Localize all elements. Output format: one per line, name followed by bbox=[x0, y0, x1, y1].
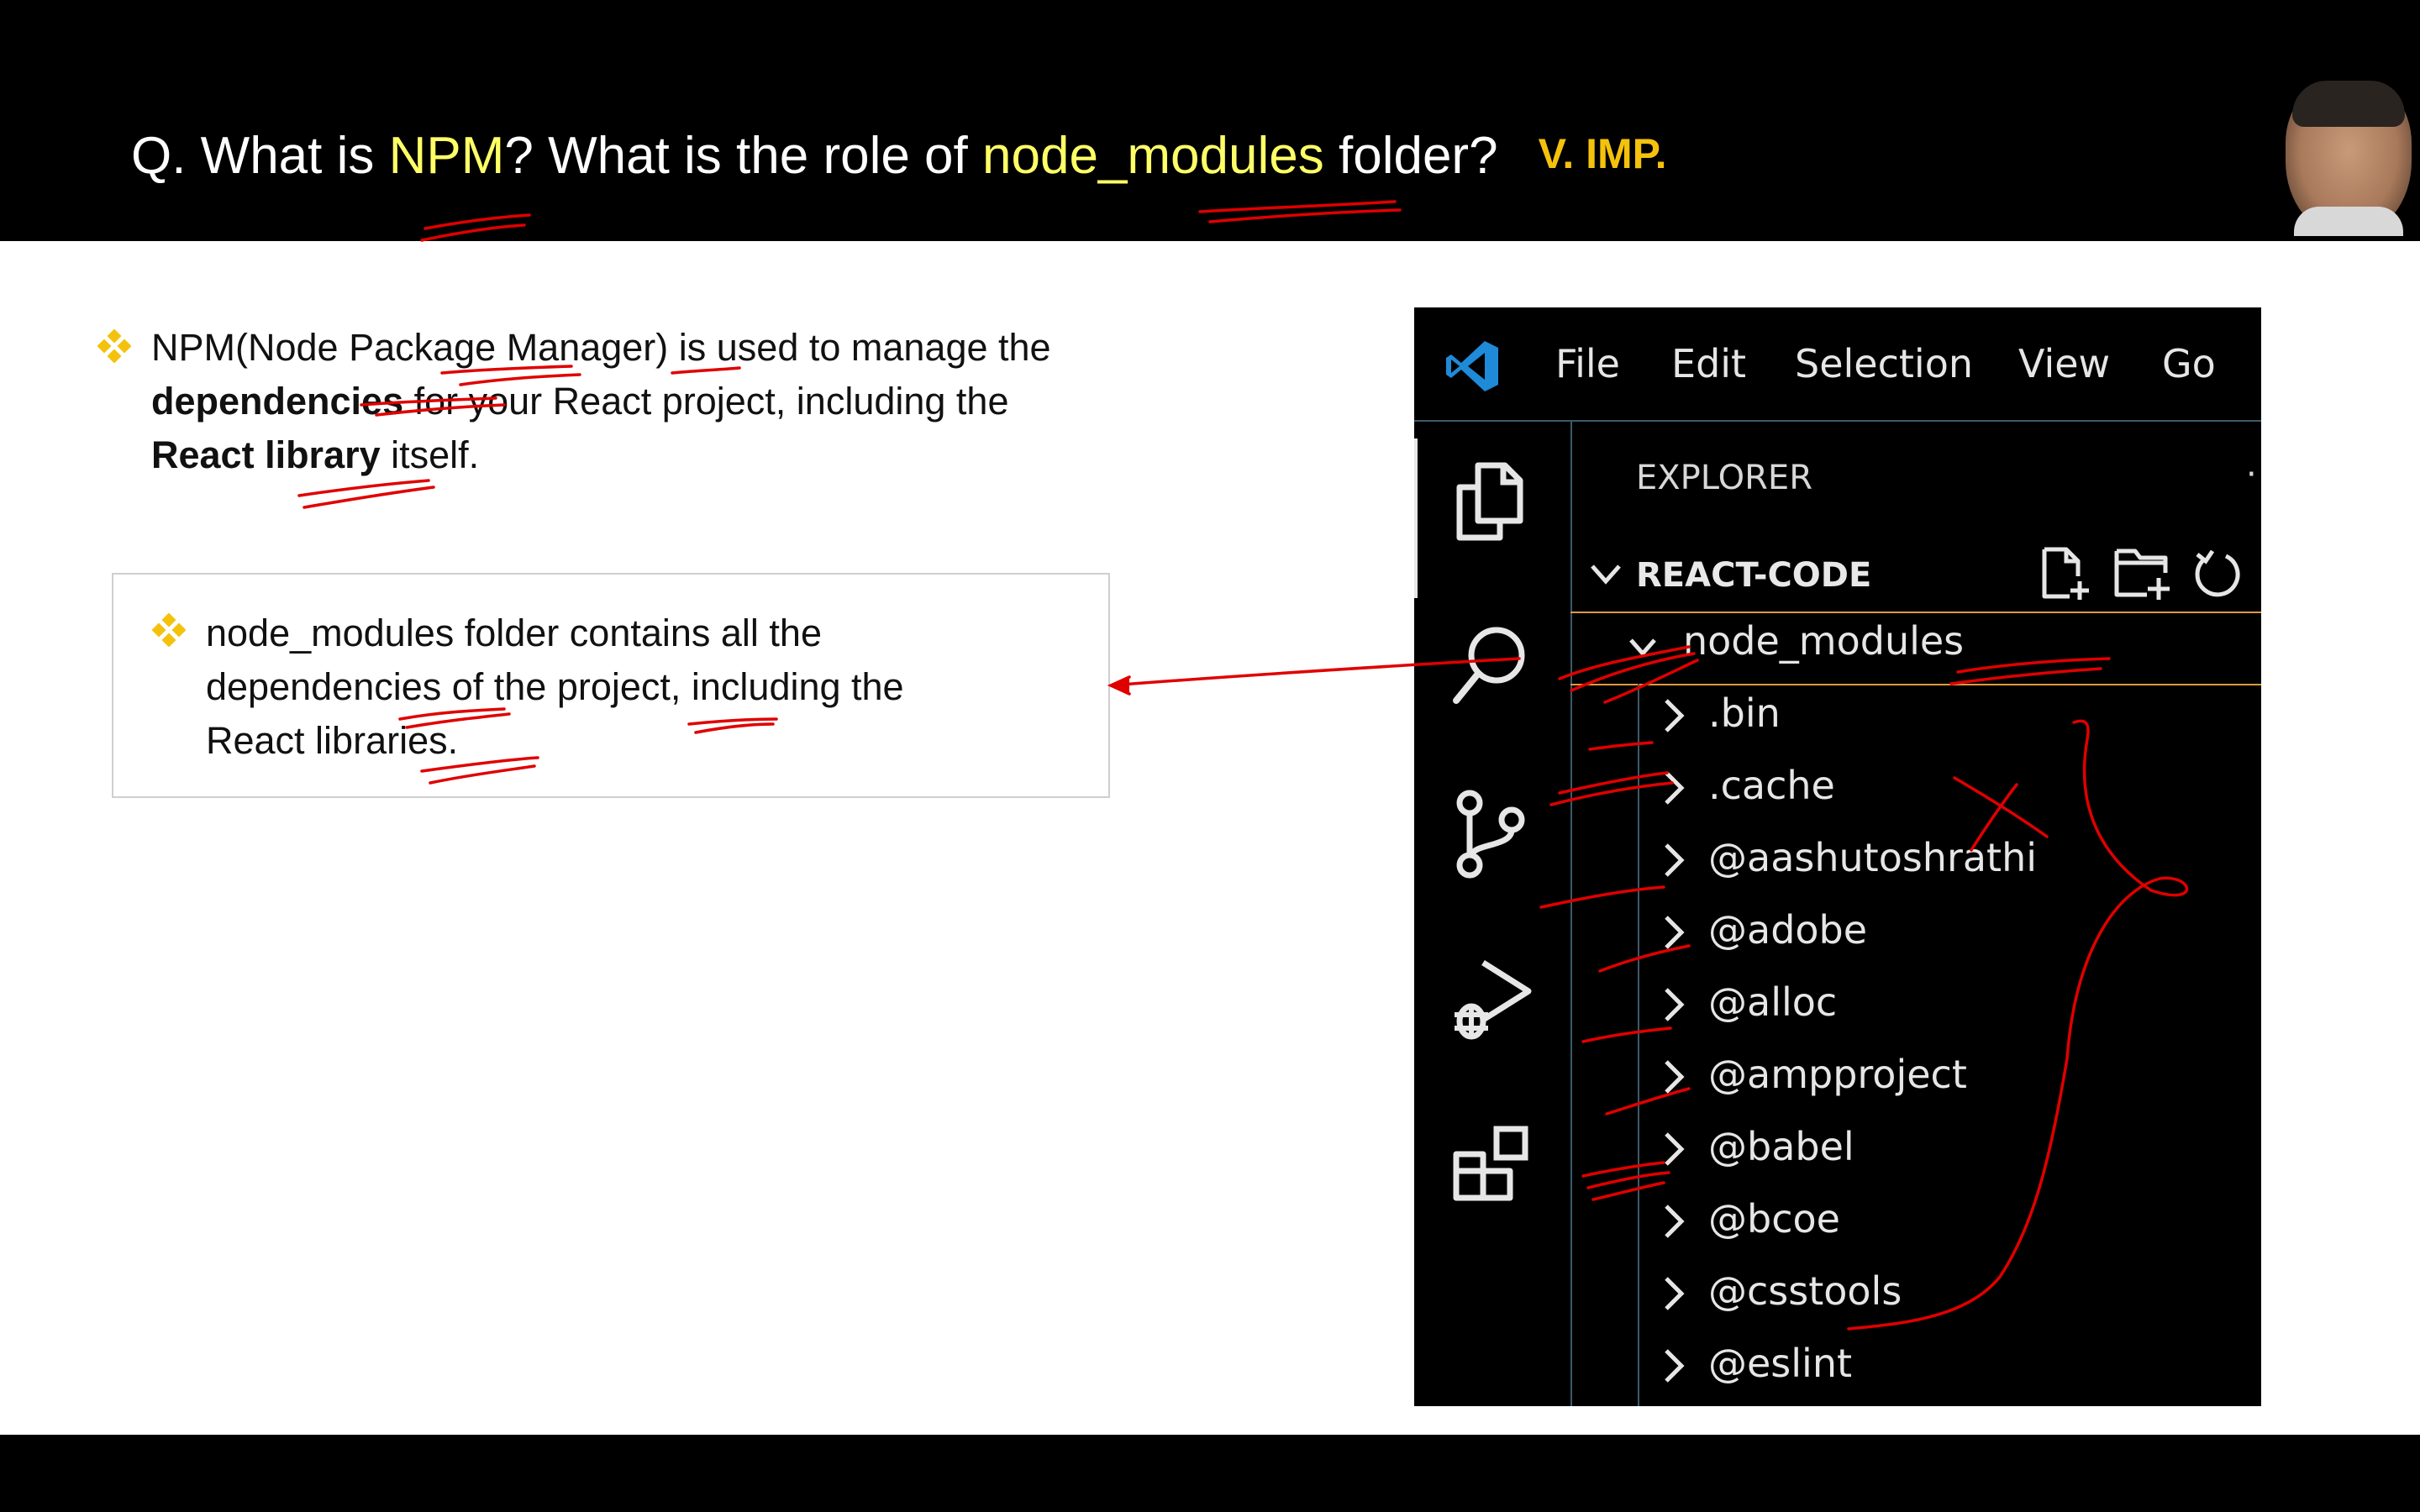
npm-line-2-rest: for your React project, including the bbox=[403, 380, 1009, 423]
folder-node-modules[interactable]: node_modules bbox=[1683, 618, 1964, 664]
slide-title: Q. What is NPM? What is the role of node… bbox=[131, 126, 1666, 186]
files-icon[interactable] bbox=[1449, 459, 1530, 543]
diamond-bullet-icon bbox=[152, 613, 186, 647]
title-npm: NPM bbox=[388, 127, 505, 185]
chevron-right-icon[interactable] bbox=[1661, 1203, 1686, 1240]
vscode-logo-icon bbox=[1446, 341, 1498, 391]
folder-item[interactable]: @bcoe bbox=[1708, 1196, 1840, 1242]
chevron-right-icon[interactable] bbox=[1661, 1347, 1686, 1384]
box-line-2: dependencies of the project, including t… bbox=[206, 665, 904, 708]
tree-indent-guide bbox=[1638, 684, 1639, 1406]
folder-item[interactable]: .cache bbox=[1708, 763, 1835, 808]
chevron-right-icon[interactable] bbox=[1661, 769, 1686, 806]
explorer-title: EXPLORER bbox=[1636, 459, 1812, 497]
menu-file[interactable]: File bbox=[1555, 341, 1620, 386]
folder-item[interactable]: @csstools bbox=[1708, 1268, 1902, 1314]
box-line-3: React libraries. bbox=[206, 719, 459, 762]
importance-badge: V. IMP. bbox=[1538, 130, 1667, 177]
chevron-right-icon[interactable] bbox=[1661, 697, 1686, 734]
dependencies-bold: dependencies bbox=[151, 380, 404, 423]
menu-go[interactable]: Go bbox=[2162, 341, 2216, 386]
more-actions[interactable]: · bbox=[2246, 455, 2257, 494]
chevron-down-icon[interactable] bbox=[1589, 561, 1623, 586]
chevron-right-icon[interactable] bbox=[1661, 986, 1686, 1023]
npm-line-1: NPM(Node Package Manager) is used to man… bbox=[151, 326, 1051, 369]
refresh-icon[interactable] bbox=[2192, 548, 2243, 598]
bottom-bar bbox=[0, 1435, 2420, 1512]
search-icon[interactable] bbox=[1449, 623, 1530, 707]
extensions-icon[interactable] bbox=[1449, 1122, 1534, 1206]
folder-item[interactable]: @adobe bbox=[1708, 907, 1867, 953]
new-folder-icon[interactable] bbox=[2113, 544, 2174, 603]
title-mid: ? What is the role of bbox=[504, 127, 982, 185]
node-modules-description: node_modules folder contains all the dep… bbox=[206, 606, 1097, 768]
folder-item[interactable]: @ampproject bbox=[1708, 1052, 1967, 1097]
active-indicator bbox=[1414, 438, 1418, 598]
folder-item[interactable]: @babel bbox=[1708, 1124, 1854, 1169]
chevron-right-icon[interactable] bbox=[1661, 842, 1686, 879]
root-folder-label[interactable]: REACT-CODE bbox=[1636, 556, 1871, 595]
npm-line-3: React library itself. bbox=[151, 428, 1160, 482]
chevron-right-icon[interactable] bbox=[1661, 1275, 1686, 1312]
folder-item[interactable]: .bin bbox=[1708, 690, 1781, 736]
title-prefix: Q. What is bbox=[131, 127, 389, 185]
vscode-menubar: File Edit Selection View Go bbox=[1414, 307, 2261, 422]
chevron-right-icon[interactable] bbox=[1661, 1058, 1686, 1095]
activity-bar bbox=[1414, 422, 1572, 1406]
npm-line-3-rest: itself. bbox=[380, 433, 480, 476]
node-modules-callout-box: node_modules folder contains all the dep… bbox=[112, 573, 1110, 798]
folder-item[interactable]: @eslint bbox=[1708, 1341, 1852, 1386]
menu-selection[interactable]: Selection bbox=[1795, 341, 1973, 386]
npm-line-2: dependencies for your React project, inc… bbox=[151, 375, 1160, 428]
chevron-right-icon[interactable] bbox=[1661, 1131, 1686, 1168]
npm-description: NPM(Node Package Manager) is used to man… bbox=[151, 321, 1160, 482]
menu-view[interactable]: View bbox=[2018, 341, 2110, 386]
title-suffix: folder? bbox=[1323, 127, 1498, 185]
diamond-bullet-icon bbox=[97, 329, 131, 363]
presenter-avatar bbox=[2286, 81, 2412, 236]
menu-edit[interactable]: Edit bbox=[1671, 341, 1746, 386]
box-line-1: node_modules folder contains all the bbox=[206, 612, 822, 654]
react-library-bold: React library bbox=[151, 433, 381, 476]
run-debug-icon[interactable] bbox=[1449, 956, 1534, 1048]
vscode-explorer-panel: File Edit Selection View Go EXPLORER · R… bbox=[1414, 307, 2261, 1406]
folder-item[interactable]: @aashutoshrathi bbox=[1708, 835, 2037, 880]
chevron-down-icon[interactable] bbox=[1628, 637, 1658, 659]
title-node-modules: node_modules bbox=[982, 127, 1324, 185]
title-bar: Q. What is NPM? What is the role of node… bbox=[0, 0, 2420, 241]
chevron-right-icon[interactable] bbox=[1661, 914, 1686, 951]
folder-item[interactable]: @alloc bbox=[1708, 979, 1837, 1025]
new-file-icon[interactable] bbox=[2038, 546, 2093, 601]
source-control-icon[interactable] bbox=[1449, 788, 1530, 880]
